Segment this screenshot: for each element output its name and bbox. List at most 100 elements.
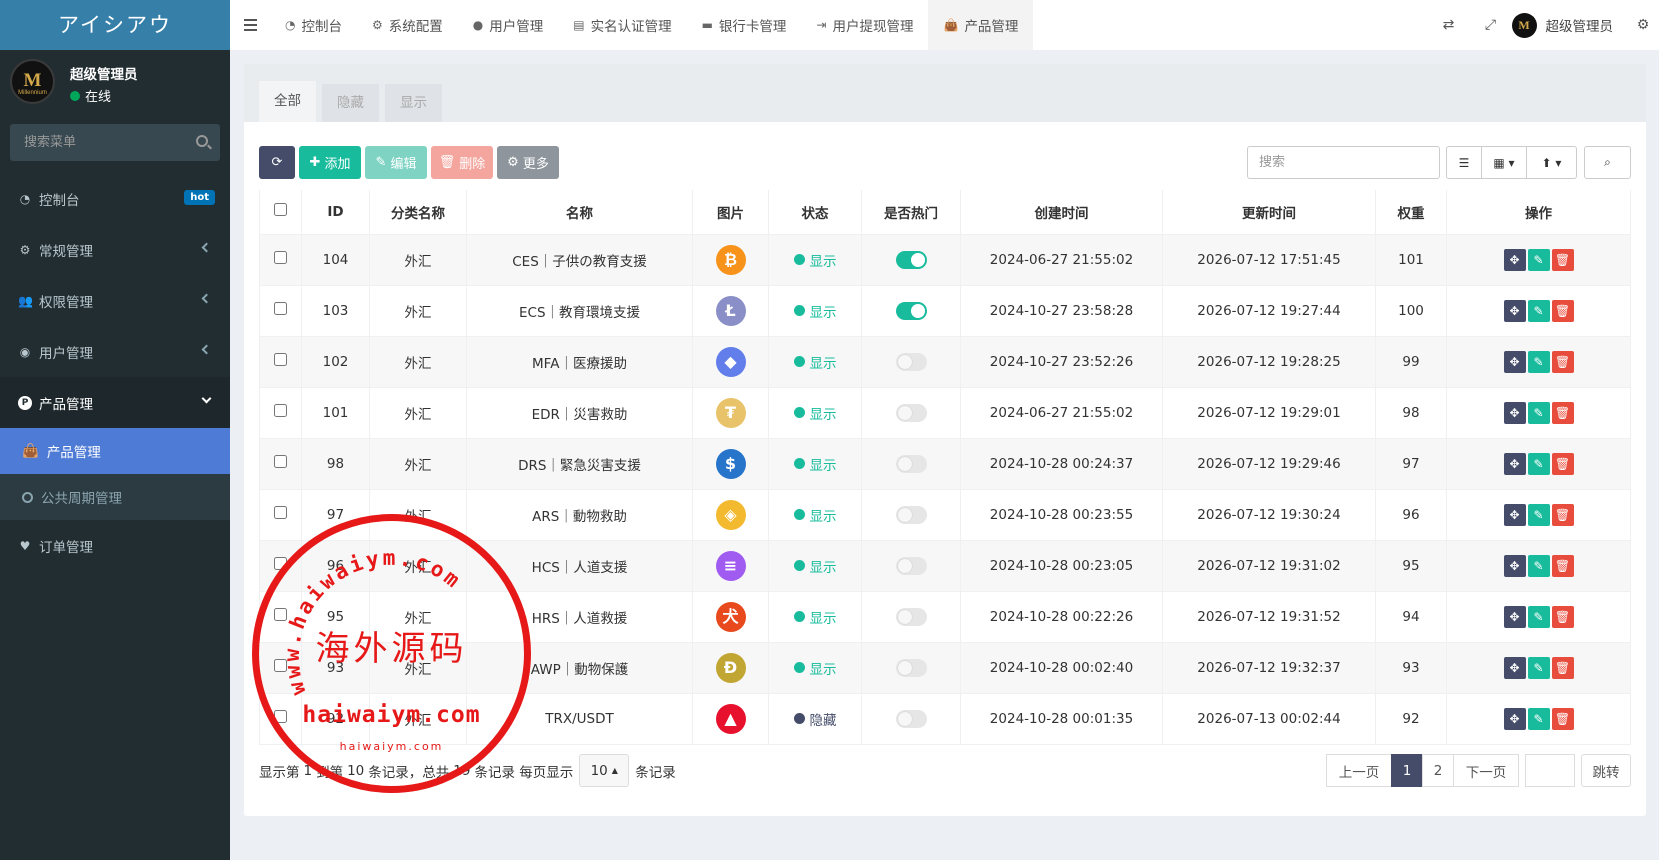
- col-hot[interactable]: 是否热门: [861, 190, 961, 235]
- page-2-button[interactable]: 2: [1422, 754, 1454, 787]
- row-edit-button[interactable]: ✎: [1527, 401, 1550, 424]
- row-delete-button[interactable]: 🗑: [1551, 350, 1574, 373]
- status-badge[interactable]: 显示: [793, 403, 837, 423]
- coin-logo-icon[interactable]: 犬: [715, 601, 746, 632]
- hot-toggle[interactable]: [895, 658, 927, 677]
- export-button[interactable]: ⬆ ▾: [1526, 146, 1577, 179]
- coin-logo-icon[interactable]: Ð: [715, 652, 746, 683]
- hot-toggle[interactable]: [895, 250, 927, 269]
- row-checkbox[interactable]: [274, 353, 287, 366]
- drag-move-button[interactable]: ✥: [1503, 554, 1526, 577]
- delete-button[interactable]: 🗑 删除: [431, 146, 493, 179]
- row-edit-button[interactable]: ✎: [1527, 248, 1550, 271]
- status-badge[interactable]: 显示: [793, 505, 837, 525]
- tab-dashboard[interactable]: ◔ 控制台: [270, 0, 357, 50]
- row-edit-button[interactable]: ✎: [1527, 554, 1550, 577]
- header-user-name[interactable]: 超级管理员: [1546, 15, 1614, 35]
- table-search-input[interactable]: [1247, 146, 1440, 179]
- coin-logo-icon[interactable]: ▲: [715, 703, 746, 734]
- hot-toggle[interactable]: [895, 454, 927, 473]
- drag-move-button[interactable]: ✥: [1503, 452, 1526, 475]
- col-name[interactable]: 名称: [466, 190, 693, 235]
- status-badge[interactable]: 显示: [793, 607, 837, 627]
- add-button[interactable]: ✚ 添加: [299, 146, 361, 179]
- drag-move-button[interactable]: ✥: [1503, 656, 1526, 679]
- settings-icon[interactable]: ⚙: [1627, 0, 1659, 50]
- sidebar-item-general[interactable]: ⚙ 常规管理: [0, 224, 230, 275]
- next-page-button[interactable]: 下一页: [1453, 754, 1519, 787]
- tab-all[interactable]: 全部: [259, 81, 316, 122]
- row-delete-button[interactable]: 🗑: [1551, 503, 1574, 526]
- row-checkbox[interactable]: [274, 608, 287, 621]
- page-1-button[interactable]: 1: [1391, 754, 1423, 787]
- sidebar-item-auth[interactable]: 👥 权限管理: [0, 275, 230, 326]
- row-checkbox[interactable]: [274, 557, 287, 570]
- table-row[interactable]: 98 外汇 DRS｜緊急災害支援 $ 显示 2024-10-28 00:24:37 2026…: [259, 437, 1631, 490]
- row-edit-button[interactable]: ✎: [1527, 503, 1550, 526]
- status-badge[interactable]: 显示: [793, 301, 837, 321]
- sidebar-item-users[interactable]: ◉ 用户管理: [0, 326, 230, 377]
- more-button[interactable]: ⚙ 更多: [497, 146, 559, 179]
- table-row[interactable]: 92 外汇 TRX/USDT ▲ 隐藏 2024-10-28 00:01:35 2026-0…: [259, 692, 1631, 745]
- row-delete-button[interactable]: 🗑: [1551, 707, 1574, 730]
- hot-toggle[interactable]: [895, 301, 927, 320]
- row-checkbox[interactable]: [274, 251, 287, 264]
- row-checkbox[interactable]: [274, 455, 287, 468]
- col-created[interactable]: 创建时间: [960, 190, 1163, 235]
- status-badge[interactable]: 显示: [793, 250, 837, 270]
- prev-page-button[interactable]: 上一页: [1326, 754, 1392, 787]
- table-row[interactable]: 97 外汇 ARS｜動物救助 ◈ 显示 2024-10-28 00:23:55 2026-0…: [259, 488, 1631, 541]
- row-checkbox[interactable]: [274, 710, 287, 723]
- coin-logo-icon[interactable]: ◈: [715, 499, 746, 530]
- tab-hidden[interactable]: 隐藏: [322, 84, 379, 122]
- coin-logo-icon[interactable]: ₿: [715, 244, 746, 275]
- sidebar-item-orders[interactable]: ♥ 订单管理: [0, 520, 230, 571]
- status-badge[interactable]: 隐藏: [793, 709, 837, 729]
- page-size-select[interactable]: 10 ▲: [579, 754, 630, 787]
- row-edit-button[interactable]: ✎: [1527, 452, 1550, 475]
- coin-logo-icon[interactable]: Ł: [715, 295, 746, 326]
- sidebar-subitem-product-manage[interactable]: 👜 产品管理: [0, 428, 230, 474]
- hot-toggle[interactable]: [895, 505, 927, 524]
- sidebar-item-products[interactable]: P 产品管理: [0, 377, 230, 428]
- coin-logo-icon[interactable]: ₮: [715, 397, 746, 428]
- menu-search-input[interactable]: [10, 124, 220, 161]
- row-checkbox[interactable]: [274, 404, 287, 417]
- brand-logo[interactable]: アイシアウ: [0, 0, 230, 50]
- status-badge[interactable]: 显示: [793, 658, 837, 678]
- table-row[interactable]: 103 外汇 ECS｜教育環境支援 Ł 显示 2024-10-27 23:58:28 202…: [259, 284, 1631, 337]
- sidebar-subitem-period-manage[interactable]: 公共周期管理: [0, 474, 230, 520]
- status-badge[interactable]: 显示: [793, 352, 837, 372]
- row-checkbox[interactable]: [274, 506, 287, 519]
- table-row[interactable]: 96 外汇 HCS｜人道支援 ≡ 显示 2024-10-28 00:23:05 2026-0…: [259, 539, 1631, 592]
- row-delete-button[interactable]: 🗑: [1551, 299, 1574, 322]
- row-edit-button[interactable]: ✎: [1527, 299, 1550, 322]
- hot-toggle[interactable]: [895, 709, 927, 728]
- row-delete-button[interactable]: 🗑: [1551, 401, 1574, 424]
- status-badge[interactable]: 显示: [793, 556, 837, 576]
- table-row[interactable]: 102 外汇 MFA｜医療援助 ◆ 显示 2024-10-27 23:52:26 2026-…: [259, 335, 1631, 388]
- row-delete-button[interactable]: 🗑: [1551, 656, 1574, 679]
- row-edit-button[interactable]: ✎: [1527, 350, 1550, 373]
- tab-bank-card[interactable]: ▬ 银行卡管理: [687, 0, 802, 50]
- drag-move-button[interactable]: ✥: [1503, 248, 1526, 271]
- row-delete-button[interactable]: 🗑: [1551, 248, 1574, 271]
- hot-toggle[interactable]: [895, 352, 927, 371]
- tab-shown[interactable]: 显示: [385, 84, 442, 122]
- select-all-checkbox[interactable]: [274, 203, 287, 217]
- columns-button[interactable]: ▦ ▾: [1481, 146, 1527, 179]
- drag-move-button[interactable]: ✥: [1503, 605, 1526, 628]
- sidebar-item-dashboard[interactable]: ◔ 控制台 hot: [0, 173, 230, 224]
- refresh-button[interactable]: ⟳: [259, 146, 295, 179]
- drag-move-button[interactable]: ✥: [1503, 503, 1526, 526]
- row-edit-button[interactable]: ✎: [1527, 707, 1550, 730]
- tab-withdraw[interactable]: ⇥ 用户提现管理: [801, 0, 928, 50]
- toggle-view-button[interactable]: ☰: [1446, 146, 1482, 179]
- row-delete-button[interactable]: 🗑: [1551, 554, 1574, 577]
- col-category[interactable]: 分类名称: [369, 190, 467, 235]
- tab-realname-auth[interactable]: ▤ 实名认证管理: [558, 0, 686, 50]
- translate-icon[interactable]: ⇄: [1428, 0, 1470, 50]
- row-edit-button[interactable]: ✎: [1527, 656, 1550, 679]
- drag-move-button[interactable]: ✥: [1503, 707, 1526, 730]
- drag-move-button[interactable]: ✥: [1503, 350, 1526, 373]
